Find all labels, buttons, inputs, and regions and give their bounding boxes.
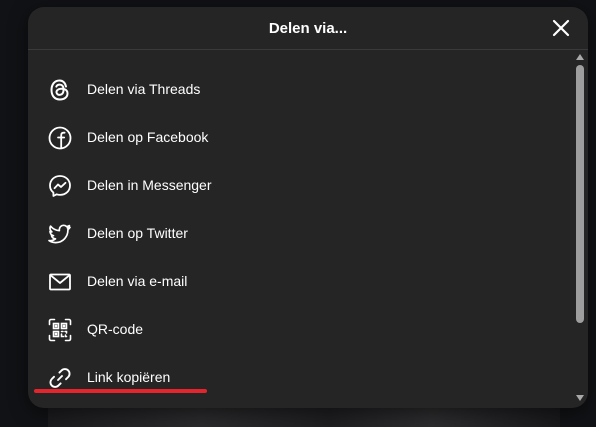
share-option-twitter[interactable]: Delen op Twitter bbox=[28, 209, 572, 257]
scroll-up-arrow-icon[interactable] bbox=[576, 54, 584, 60]
share-options-list: Delen via Threads Delen op Facebook Dele… bbox=[28, 50, 572, 408]
share-option-copy-link[interactable]: Link kopiëren bbox=[28, 353, 572, 401]
twitter-icon bbox=[47, 221, 73, 247]
scrollbar-thumb[interactable] bbox=[576, 65, 584, 323]
share-option-threads[interactable]: Delen via Threads bbox=[28, 65, 572, 113]
scrollbar[interactable] bbox=[572, 50, 588, 408]
dialog-title: Delen via... bbox=[268, 20, 348, 37]
qr-code-icon bbox=[47, 317, 73, 343]
dialog-header: Delen via... bbox=[28, 7, 588, 50]
share-option-label: QR-code bbox=[87, 321, 144, 337]
share-option-label: Link kopiëren bbox=[87, 369, 171, 385]
messenger-icon bbox=[47, 173, 73, 199]
share-option-label: Delen in Messenger bbox=[87, 177, 212, 193]
share-option-messenger[interactable]: Delen in Messenger bbox=[28, 161, 572, 209]
share-option-qr-code[interactable]: QR-code bbox=[28, 305, 572, 353]
close-icon bbox=[552, 19, 570, 37]
share-option-label: Delen via e-mail bbox=[87, 273, 188, 289]
share-option-label: Delen via Threads bbox=[87, 81, 201, 97]
facebook-icon bbox=[47, 125, 73, 151]
threads-icon bbox=[47, 77, 73, 103]
share-dialog: Delen via... Delen via Threads Delen op … bbox=[28, 7, 588, 408]
close-button[interactable] bbox=[551, 18, 571, 38]
link-copy-highlight-underline bbox=[34, 389, 207, 393]
link-icon bbox=[47, 365, 73, 391]
share-option-email[interactable]: Delen via e-mail bbox=[28, 257, 572, 305]
share-option-label: Delen op Twitter bbox=[87, 225, 188, 241]
share-option-label: Delen op Facebook bbox=[87, 129, 209, 145]
share-option-facebook[interactable]: Delen op Facebook bbox=[28, 113, 572, 161]
email-icon bbox=[47, 269, 73, 295]
scroll-down-arrow-icon[interactable] bbox=[576, 395, 584, 401]
